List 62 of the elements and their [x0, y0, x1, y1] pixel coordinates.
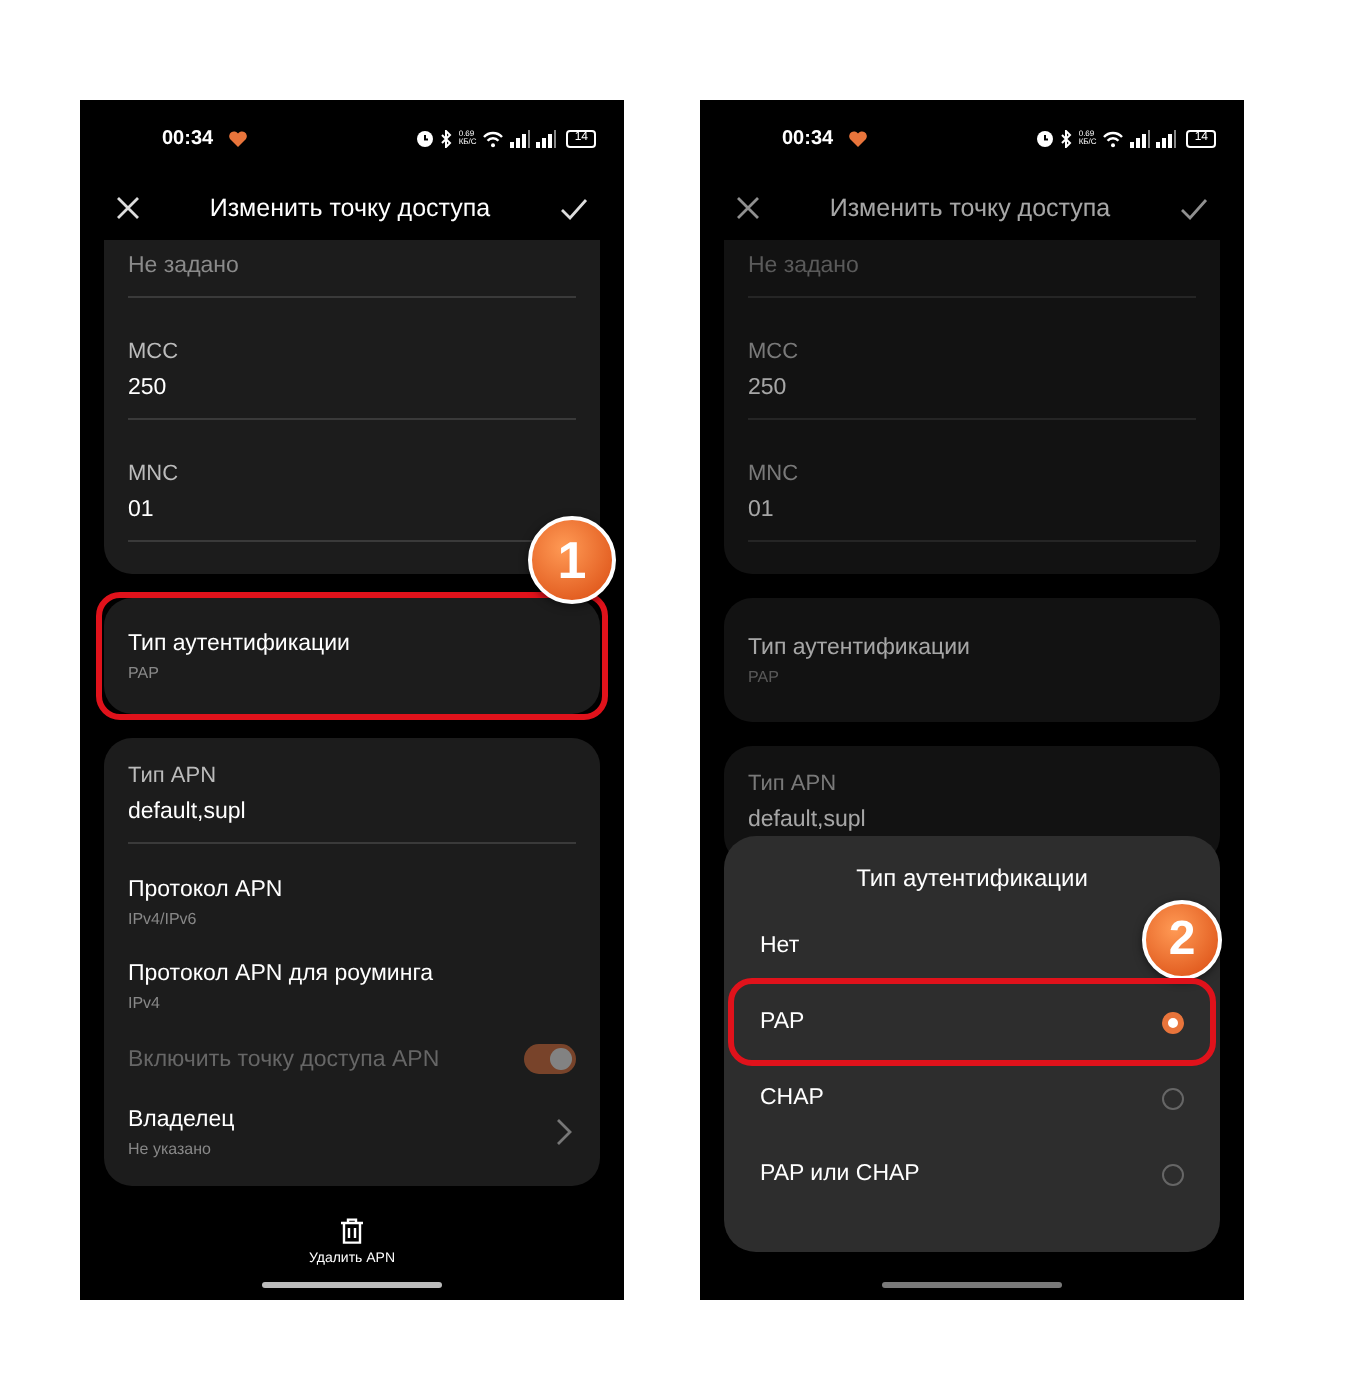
input-field[interactable]: Не задано: [128, 240, 576, 298]
field-placeholder: Не задано: [748, 252, 861, 282]
alarm-icon: [416, 129, 435, 147]
setting-value: Не указано: [128, 1138, 213, 1162]
radio-button[interactable]: [1162, 1087, 1184, 1109]
field-value: 01: [128, 496, 156, 526]
field-value: default,supl: [748, 806, 868, 836]
signal-icon: [536, 129, 557, 147]
dialog-option[interactable]: PAP или CHAP: [724, 1136, 1220, 1212]
field-label: Тип APN: [748, 770, 839, 800]
checkmark-icon: [1180, 197, 1208, 219]
bluetooth-icon: [1060, 129, 1073, 147]
setting-label[interactable]: Тип аутентификации: [128, 626, 576, 662]
setting-value: IPv4: [128, 992, 163, 1016]
heart-icon: [227, 129, 248, 147]
signal-icon: [510, 129, 531, 147]
field-label: Тип APN: [128, 762, 219, 792]
step-number: 1: [528, 516, 616, 604]
close-icon: [736, 196, 760, 220]
radio-button[interactable]: [1162, 1011, 1184, 1033]
setting-value: PAP: [128, 662, 161, 686]
field-label: MCC: [748, 338, 801, 368]
checkmark-icon: [560, 197, 588, 219]
wifi-icon: [482, 129, 505, 147]
screen-title: Изменить точку доступа: [827, 194, 1113, 222]
setting-value: IPv4/IPv6: [128, 908, 199, 932]
heart-icon: [847, 129, 868, 147]
status-time: 00:34: [782, 127, 834, 149]
field-placeholder: Не задано: [128, 252, 241, 282]
dialog-option[interactable]: Нет: [724, 908, 1120, 984]
field-value: 250: [128, 374, 169, 404]
screen-title: Изменить точку доступа: [207, 194, 493, 222]
input-field[interactable]: Тип APN default,supl: [128, 750, 576, 844]
chevron-icon: [556, 1118, 572, 1146]
dialog-option[interactable]: CHAP: [724, 1060, 1220, 1136]
bluetooth-icon: [440, 129, 453, 147]
step-number: 2: [1142, 900, 1222, 980]
setting-label[interactable]: Владелец: [128, 1102, 556, 1138]
alarm-icon: [1036, 129, 1055, 147]
setting-label: Включить точку доступа APN: [128, 1047, 442, 1071]
setting-label[interactable]: Тип аутентификации: [748, 630, 1196, 666]
dialog-title: Тип аутентификации: [854, 864, 1090, 892]
field-label: MNC: [748, 460, 801, 490]
status-time: 00:34: [162, 127, 214, 149]
input-field[interactable]: MNC 01: [748, 420, 1196, 542]
radio-button[interactable]: [1162, 1163, 1184, 1185]
trash-icon: [339, 1218, 364, 1244]
setting-label[interactable]: Протокол APN для роуминга: [128, 956, 576, 992]
setting-label[interactable]: Протокол APN: [128, 872, 576, 908]
signal-icon: [1130, 129, 1151, 147]
field-value: 250: [748, 374, 789, 404]
field-label: MCC: [128, 338, 181, 368]
close-icon: [116, 196, 140, 220]
signal-icon: [1156, 129, 1177, 147]
dialog-option[interactable]: PAP: [724, 984, 1220, 1060]
wifi-icon: [1102, 129, 1125, 147]
field-value: default,supl: [128, 798, 248, 828]
field-value: 01: [748, 496, 776, 526]
field-label: MNC: [128, 460, 181, 490]
input-field[interactable]: MCC 250: [128, 298, 576, 420]
setting-value: PAP: [748, 666, 781, 690]
input-field[interactable]: MCC 250: [748, 298, 1196, 420]
